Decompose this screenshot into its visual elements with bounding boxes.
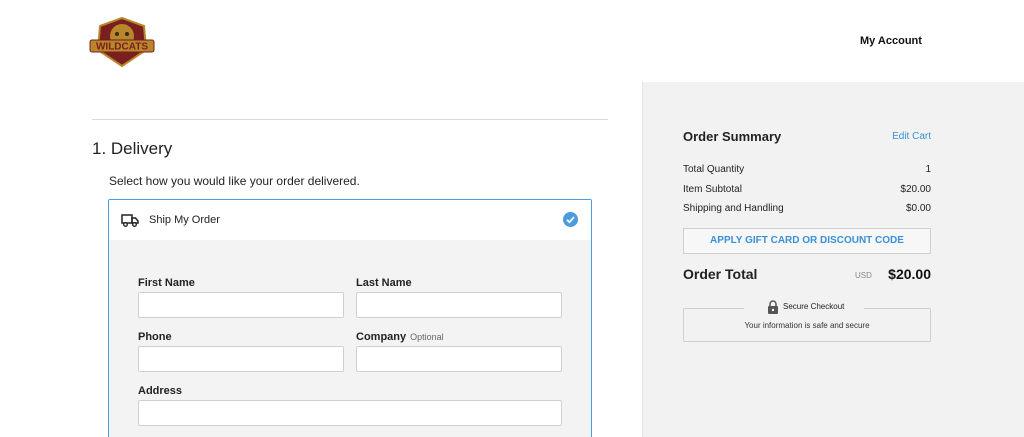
my-account-link[interactable]: My Account xyxy=(860,35,922,47)
company-label: Company Optional xyxy=(356,331,444,343)
secure-checkout-subtitle: Your information is safe and secure xyxy=(744,321,870,330)
address-input[interactable] xyxy=(138,400,562,426)
total-quantity-label: Total Quantity xyxy=(683,164,745,175)
lock-icon xyxy=(768,300,778,314)
item-subtotal-value: $20.00 xyxy=(900,184,931,195)
order-total-label: Order Total xyxy=(683,266,758,282)
order-summary-title: Order Summary xyxy=(683,129,782,144)
company-input[interactable] xyxy=(356,346,562,372)
selected-check-icon xyxy=(563,212,578,227)
last-name-label: Last Name xyxy=(356,277,412,289)
phone-label: Phone xyxy=(138,331,172,343)
first-name-input[interactable] xyxy=(138,292,344,318)
apply-gift-card-button[interactable]: APPLY GIFT CARD OR DISCOUNT CODE xyxy=(683,228,931,254)
delivery-description: Select how you would like your order del… xyxy=(109,174,360,188)
ship-option-label: Ship My Order xyxy=(149,214,220,226)
delivery-step-title: 1. Delivery xyxy=(92,139,173,158)
ship-my-order-card[interactable]: Ship My Order First Name Last Name Phone… xyxy=(108,199,592,437)
order-total-currency: USD xyxy=(855,271,872,280)
ship-option-header[interactable]: Ship My Order xyxy=(109,200,591,240)
edit-cart-link[interactable]: Edit Cart xyxy=(880,131,931,142)
header-divider xyxy=(92,119,608,120)
first-name-label: First Name xyxy=(138,277,195,289)
total-quantity-value: 1 xyxy=(925,164,931,175)
shipping-value: $0.00 xyxy=(905,203,931,214)
phone-input[interactable] xyxy=(138,346,344,372)
company-label-text: Company xyxy=(356,331,407,343)
svg-text:WILDCATS: WILDCATS xyxy=(96,42,148,53)
last-name-input[interactable] xyxy=(356,292,562,318)
checkout-page: WILDCATS My Account 1. Delivery Select h… xyxy=(0,0,1024,437)
wildcats-logo[interactable]: WILDCATS xyxy=(88,14,156,70)
order-total-value: $20.00 xyxy=(888,266,931,282)
address-label: Address xyxy=(138,385,183,397)
truck-icon xyxy=(121,214,139,227)
secure-checkout-title: Secure Checkout xyxy=(783,302,845,311)
company-optional-hint: Optional xyxy=(410,332,444,342)
item-subtotal-label: Item Subtotal xyxy=(683,184,742,195)
shipping-label: Shipping and Handling xyxy=(683,203,784,214)
